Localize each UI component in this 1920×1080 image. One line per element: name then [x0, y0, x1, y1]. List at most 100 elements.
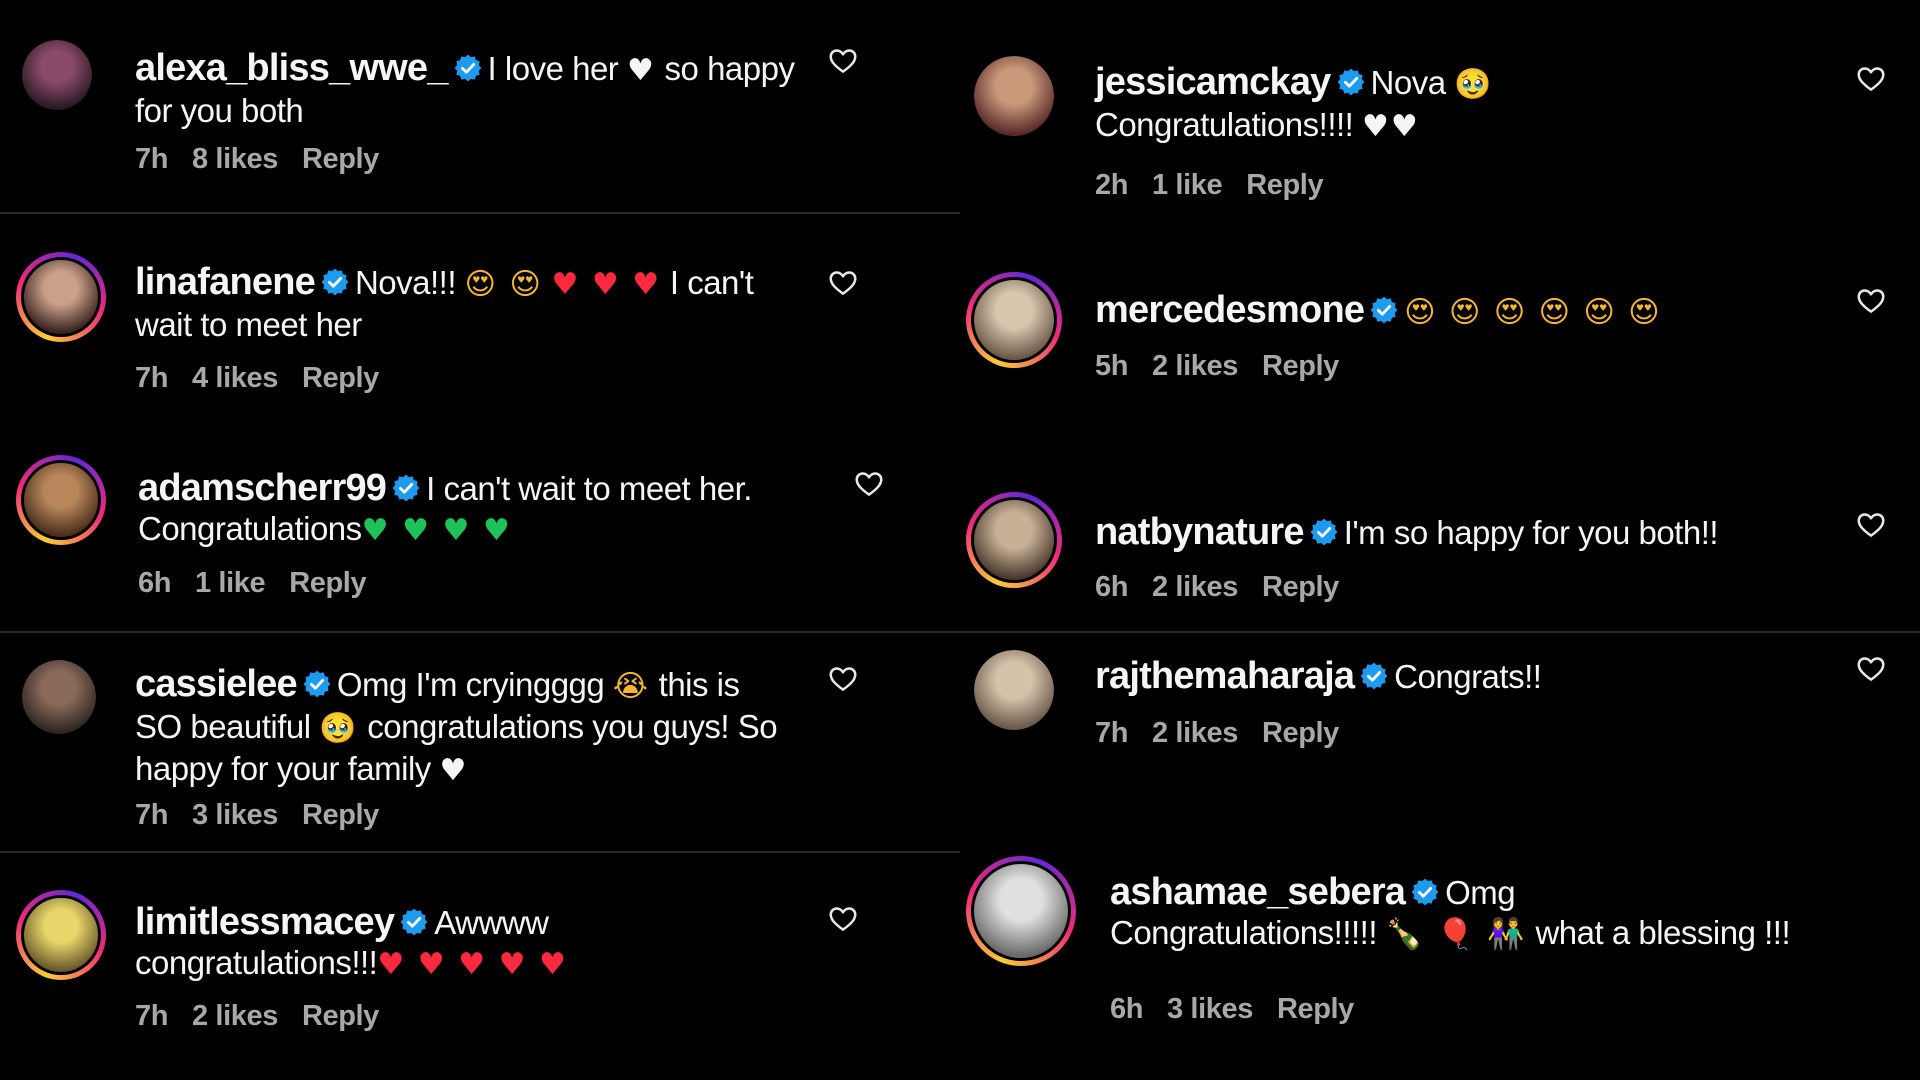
- username-link[interactable]: alexa_bliss_wwe_: [135, 47, 448, 89]
- like-count[interactable]: 2 likes: [1152, 717, 1238, 749]
- comment-text: Nova: [1370, 64, 1455, 101]
- reply-button[interactable]: Reply: [1262, 717, 1339, 749]
- emoji-heart-icon: ♥ ♥ ♥: [551, 267, 662, 302]
- comment-timestamp: 6h: [1110, 993, 1144, 1025]
- comment-text: Congratulations!!!!!: [1110, 914, 1386, 951]
- like-heart-icon[interactable]: [1856, 510, 1886, 540]
- comment-line: jessicamckay Nova 🥹: [1095, 62, 1494, 105]
- comment-body: adamscherr99 I can't wait to meet her. Con…: [138, 468, 752, 551]
- reply-button[interactable]: Reply: [289, 567, 366, 599]
- like-count[interactable]: 2 likes: [192, 1000, 278, 1032]
- emoji-face-icon: 😭: [612, 669, 650, 704]
- comment-text: Congratulations: [138, 510, 362, 547]
- comment-line: happy for your family ♥: [135, 749, 777, 791]
- reply-button[interactable]: Reply: [1277, 993, 1354, 1025]
- like-heart-icon[interactable]: [1856, 286, 1886, 316]
- comment-text: Congratulations!!!!: [1095, 106, 1362, 143]
- avatar-photo: [971, 497, 1057, 583]
- comment-line: Congratulations!!!! ♥♥: [1095, 105, 1494, 147]
- like-count[interactable]: 2 likes: [1152, 350, 1238, 382]
- username-link[interactable]: rajthemaharaja: [1095, 655, 1355, 697]
- like-count[interactable]: 1 like: [195, 567, 266, 599]
- username-link[interactable]: cassielee: [135, 663, 298, 705]
- comment-body: natbynature I'm so happy for you both!!: [1095, 511, 1719, 553]
- like-count[interactable]: 4 likes: [192, 362, 278, 394]
- username-link[interactable]: linafanene: [135, 261, 316, 303]
- verified-badge-icon: [400, 908, 428, 936]
- like-heart-icon[interactable]: [828, 268, 858, 298]
- comment-text: wait to meet her: [135, 306, 362, 343]
- username-link[interactable]: limitlessmacey: [135, 901, 395, 943]
- like-count[interactable]: 1 like: [1152, 169, 1223, 201]
- comment-meta: 7h 2 likes Reply: [1095, 717, 1363, 750]
- comment-text: congratulations!!!: [135, 944, 378, 981]
- reply-button[interactable]: Reply: [1246, 169, 1323, 201]
- avatar[interactable]: [22, 660, 96, 734]
- reply-button[interactable]: Reply: [302, 362, 379, 394]
- comment-line: limitlessmacey Awwww: [135, 902, 568, 943]
- username-link[interactable]: jessicamckay: [1095, 61, 1331, 103]
- avatar[interactable]: [22, 40, 92, 110]
- comment-text: SO beautiful: [135, 708, 320, 745]
- comment-meta: 6h 3 likes Reply: [1110, 993, 1378, 1026]
- avatar[interactable]: [16, 890, 106, 980]
- emoji-face-icon: 🥹: [1454, 67, 1494, 102]
- comment-body: mercedesmone 😍 😍 😍 😍 😍 😍: [1095, 290, 1662, 333]
- avatar[interactable]: [966, 856, 1076, 966]
- like-heart-icon[interactable]: [854, 469, 884, 499]
- like-heart-icon[interactable]: [828, 664, 858, 694]
- like-count[interactable]: 3 likes: [1167, 993, 1253, 1025]
- comment-text: Awwww: [434, 904, 549, 941]
- avatar[interactable]: [966, 492, 1062, 588]
- comment-text: I can't wait to meet her.: [426, 470, 752, 507]
- verified-badge-icon: [1360, 662, 1388, 690]
- comment-line: wait to meet her: [135, 305, 753, 345]
- username-link[interactable]: ashamae_sebera: [1110, 871, 1406, 913]
- like-heart-icon[interactable]: [828, 46, 858, 76]
- comment-meta: 5h 2 likes Reply: [1095, 350, 1363, 383]
- emoji-heart-icon: ♥ ♥ ♥ ♥ ♥: [377, 947, 568, 982]
- comment-text: I love her: [487, 50, 627, 87]
- emoji-heart-icon: ♥: [439, 753, 469, 788]
- like-count[interactable]: 3 likes: [192, 799, 278, 831]
- username-link[interactable]: natbynature: [1095, 511, 1304, 553]
- reply-button[interactable]: Reply: [302, 799, 379, 831]
- comment-meta: 7h 3 likes Reply: [135, 799, 403, 832]
- comment-body: rajthemaharaja Congrats!!: [1095, 655, 1542, 697]
- reply-button[interactable]: Reply: [1262, 350, 1339, 382]
- username-link[interactable]: mercedesmone: [1095, 289, 1365, 331]
- like-heart-icon[interactable]: [828, 904, 858, 934]
- comment-timestamp: 6h: [1095, 571, 1129, 603]
- comment-text: Omg: [1445, 874, 1516, 911]
- like-heart-icon[interactable]: [1856, 654, 1886, 684]
- avatar-photo: [22, 660, 96, 734]
- avatar-photo: [21, 460, 101, 540]
- reply-button[interactable]: Reply: [302, 143, 379, 175]
- avatar-photo: [974, 650, 1054, 730]
- comment-body: linafanene Nova!!! 😍 😍 ♥ ♥ ♥ I can't wait …: [135, 261, 754, 345]
- comment-line: linafanene Nova!!! 😍 😍 ♥ ♥ ♥ I can't: [135, 261, 754, 305]
- avatar-photo: [21, 895, 101, 975]
- comment-line: Congratulations♥ ♥ ♥ ♥: [138, 509, 752, 551]
- comment-line: congratulations!!!♥ ♥ ♥ ♥ ♥: [135, 943, 568, 985]
- like-heart-icon[interactable]: [1856, 64, 1886, 94]
- avatar[interactable]: [16, 455, 106, 545]
- comment-text: this is: [649, 666, 740, 703]
- comment-body: jessicamckay Nova 🥹 Congratulations!!!! ♥♥: [1095, 62, 1494, 147]
- comment-meta: 6h 2 likes Reply: [1095, 571, 1363, 604]
- comment-text: for you both: [135, 92, 304, 129]
- avatar[interactable]: [16, 252, 106, 342]
- avatar[interactable]: [974, 56, 1054, 136]
- comment-meta: 7h 8 likes Reply: [135, 143, 403, 176]
- reply-button[interactable]: Reply: [302, 1000, 379, 1032]
- username-link[interactable]: adamscherr99: [138, 467, 387, 509]
- like-count[interactable]: 8 likes: [192, 143, 278, 175]
- avatar[interactable]: [974, 650, 1054, 730]
- comment-body: alexa_bliss_wwe_ I love her ♥ so happy for…: [135, 47, 795, 131]
- like-count[interactable]: 2 likes: [1152, 571, 1238, 603]
- avatar[interactable]: [966, 272, 1062, 368]
- comment-line: alexa_bliss_wwe_ I love her ♥ so happy: [135, 47, 795, 91]
- reply-button[interactable]: Reply: [1262, 571, 1339, 603]
- verified-badge-icon: [1411, 878, 1439, 906]
- comment-line: cassielee Omg I'm cryingggg 😭 this is: [135, 664, 777, 707]
